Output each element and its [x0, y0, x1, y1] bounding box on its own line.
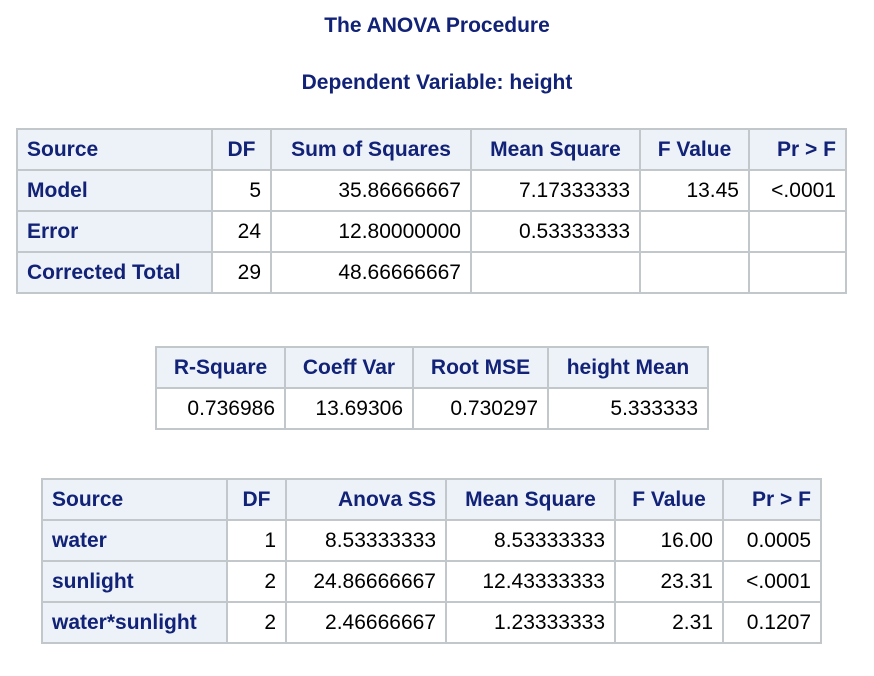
table-row: 0.736986 13.69306 0.730297 5.333333: [155, 387, 709, 430]
cell: 16.00: [614, 519, 724, 562]
cell: 5.333333: [547, 387, 709, 430]
cell: 2: [226, 601, 287, 644]
cell: 0.0005: [722, 519, 822, 562]
table-row: water*sunlight 2 2.46666667 1.23333333 2…: [41, 601, 822, 644]
cell: 13.45: [639, 169, 750, 212]
anova-table: Source DF Sum of Squares Mean Square F V…: [16, 128, 847, 294]
cell: 2.31: [614, 601, 724, 644]
cell: 2: [226, 560, 287, 603]
cell: 0.1207: [722, 601, 822, 644]
cell: 7.17333333: [470, 169, 641, 212]
header-pr-f: Pr > F: [722, 478, 822, 521]
table-header-row: R-Square Coeff Var Root MSE height Mean: [155, 346, 709, 389]
table-row: water 1 8.53333333 8.53333333 16.00 0.00…: [41, 519, 822, 562]
row-header: Error: [16, 210, 213, 253]
table-row: Corrected Total 29 48.66666667: [16, 251, 847, 294]
cell: 23.31: [614, 560, 724, 603]
cell: [639, 210, 750, 253]
cell: <.0001: [748, 169, 847, 212]
cell: 0.736986: [155, 387, 286, 430]
row-header: water*sunlight: [41, 601, 228, 644]
header-df: DF: [211, 128, 272, 171]
header-f-value: F Value: [639, 128, 750, 171]
cell: 0.53333333: [470, 210, 641, 253]
cell: 5: [211, 169, 272, 212]
procedure-title: The ANOVA Procedure: [324, 14, 550, 37]
cell: 12.80000000: [270, 210, 472, 253]
cell: <.0001: [722, 560, 822, 603]
cell: 8.53333333: [445, 519, 616, 562]
cell: 8.53333333: [285, 519, 447, 562]
dependent-variable-title: Dependent Variable: height: [301, 71, 573, 94]
row-header: Corrected Total: [16, 251, 213, 294]
cell: 2.46666667: [285, 601, 447, 644]
cell: 35.86666667: [270, 169, 472, 212]
header-mean-square: Mean Square: [470, 128, 641, 171]
row-header: water: [41, 519, 228, 562]
cell: 1.23333333: [445, 601, 616, 644]
cell: 24.86666667: [285, 560, 447, 603]
cell: [748, 251, 847, 294]
table-header-row: Source DF Sum of Squares Mean Square F V…: [16, 128, 847, 171]
header-height-mean: height Mean: [547, 346, 709, 389]
header-mean-square: Mean Square: [445, 478, 616, 521]
header-anova-ss: Anova SS: [285, 478, 447, 521]
header-root-mse: Root MSE: [412, 346, 549, 389]
cell: 48.66666667: [270, 251, 472, 294]
header-sum-of-squares: Sum of Squares: [270, 128, 472, 171]
header-r-square: R-Square: [155, 346, 286, 389]
header-source: Source: [16, 128, 213, 171]
cell: [748, 210, 847, 253]
table-header-row: Source DF Anova SS Mean Square F Value P…: [41, 478, 822, 521]
cell: 12.43333333: [445, 560, 616, 603]
header-df: DF: [226, 478, 287, 521]
cell: [470, 251, 641, 294]
header-f-value: F Value: [614, 478, 724, 521]
cell: 13.69306: [284, 387, 414, 430]
table-row: Model 5 35.86666667 7.17333333 13.45 <.0…: [16, 169, 847, 212]
cell: 1: [226, 519, 287, 562]
row-header: Model: [16, 169, 213, 212]
cell: 0.730297: [412, 387, 549, 430]
header-coeff-var: Coeff Var: [284, 346, 414, 389]
header-source: Source: [41, 478, 228, 521]
type-iii-effects-table: Source DF Anova SS Mean Square F Value P…: [41, 478, 822, 644]
fit-statistics-table: R-Square Coeff Var Root MSE height Mean …: [155, 346, 709, 430]
header-pr-f: Pr > F: [748, 128, 847, 171]
cell: [639, 251, 750, 294]
cell: 29: [211, 251, 272, 294]
row-header: sunlight: [41, 560, 228, 603]
table-row: sunlight 2 24.86666667 12.43333333 23.31…: [41, 560, 822, 603]
cell: 24: [211, 210, 272, 253]
table-row: Error 24 12.80000000 0.53333333: [16, 210, 847, 253]
